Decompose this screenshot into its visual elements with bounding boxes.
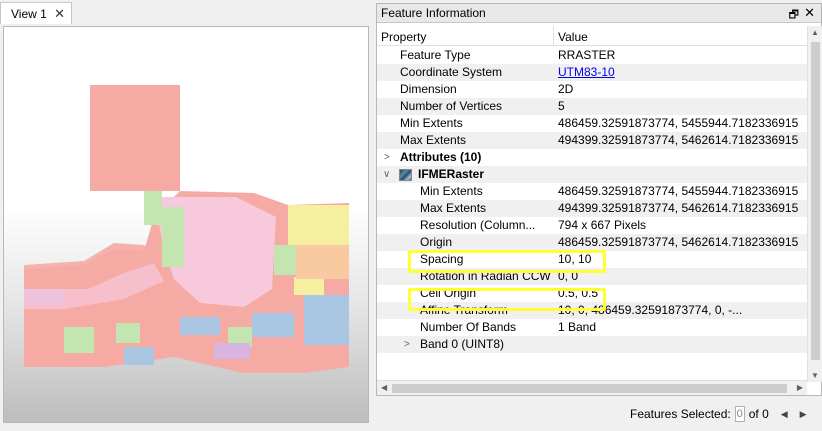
property-name: Number Of Bands (420, 320, 517, 334)
map-region (116, 323, 140, 343)
map-region (90, 85, 180, 191)
chevron-right-icon[interactable]: > (384, 149, 390, 166)
close-icon[interactable]: ✕ (54, 6, 65, 22)
property-value: 794 x 667 Pixels (558, 218, 647, 232)
property-name: Min Extents (420, 184, 483, 198)
raster-icon (399, 169, 412, 181)
map-region (304, 295, 349, 345)
table-row[interactable]: Min Extents 486459.32591873774, 5455944.… (377, 183, 807, 200)
table-row[interactable]: Number of Vertices 5 (377, 98, 807, 115)
map-region (296, 245, 349, 279)
table-row[interactable]: Feature Type RRASTER (377, 47, 807, 64)
total-count-label: of 0 (748, 407, 769, 421)
restore-icon[interactable]: 🗗 (789, 6, 799, 25)
vertical-scrollbar[interactable]: ▲ ▼ (807, 26, 822, 382)
property-value: 486459.32591873774, 5462614.7182336915 (558, 235, 799, 249)
map-view[interactable] (3, 26, 369, 423)
tab-view-1[interactable]: View 1 ✕ (0, 2, 72, 24)
property-value: RRASTER (558, 48, 616, 62)
table-row[interactable]: Dimension 2D (377, 81, 807, 98)
map-region (64, 327, 94, 353)
tab-view-1-label: View 1 (11, 6, 47, 21)
property-value: 5 (558, 99, 565, 113)
app-window: View 1 ✕ Feature Information 🗗 ✕ Propert… (0, 0, 822, 431)
scrollbar-thumb[interactable] (392, 384, 787, 393)
map-region (294, 277, 324, 295)
property-name: Max Extents (400, 133, 467, 147)
table-row-attributes[interactable]: > Attributes (10) (377, 149, 807, 166)
feature-info-panel: Feature Information 🗗 ✕ Property Value F… (376, 3, 822, 396)
previous-feature-icon[interactable]: ◀ (781, 409, 788, 420)
map-region (252, 313, 294, 337)
selected-count-field[interactable]: 0 (734, 406, 745, 422)
coordinate-system-link[interactable]: UTM83-10 (558, 64, 804, 81)
map-region (144, 191, 162, 225)
table-row-band-0[interactable]: > Band 0 (UINT8) (377, 336, 807, 353)
table-row[interactable]: Max Extents 494399.32591873774, 5462614.… (377, 132, 807, 149)
map-region (124, 347, 154, 365)
map-region (274, 245, 296, 275)
property-value: 2D (558, 82, 574, 96)
highlight-spacing (408, 250, 606, 273)
map-region (162, 207, 184, 267)
feature-info-titlebar: Feature Information 🗗 ✕ (377, 4, 821, 23)
table-row[interactable]: Coordinate System UTM83-10 (377, 64, 807, 81)
property-name: Coordinate System (400, 65, 503, 79)
attributes-group-label: Attributes (10) (400, 150, 482, 164)
table-row[interactable]: Min Extents 486459.32591873774, 5455944.… (377, 115, 807, 132)
selection-status: Features Selected: 0 of 0 ◀ ▶ (630, 405, 807, 423)
property-value: 486459.32591873774, 5455944.7182336915 (558, 116, 799, 130)
features-selected-label: Features Selected: (630, 407, 731, 421)
scroll-right-icon[interactable]: ▶ (797, 383, 803, 392)
property-name: Resolution (Column... (420, 218, 536, 232)
map-region (180, 317, 220, 335)
scroll-left-icon[interactable]: ◀ (381, 383, 387, 392)
property-name: Max Extents (420, 201, 487, 215)
map-region (288, 205, 349, 245)
chevron-down-icon[interactable]: ∨ (383, 166, 390, 183)
property-name: Number of Vertices (400, 99, 503, 113)
map-region (214, 343, 250, 359)
property-name: Feature Type (400, 48, 471, 62)
scrollbar-thumb[interactable] (811, 42, 820, 360)
property-name: Band 0 (UINT8) (420, 337, 505, 351)
table-row[interactable]: Number Of Bands 1 Band (377, 319, 807, 336)
property-value: 486459.32591873774, 5455944.7182336915 (558, 184, 799, 198)
table-row-ifmeraster[interactable]: ∨ IFMERaster (377, 166, 807, 183)
close-icon[interactable]: ✕ (804, 5, 815, 21)
next-feature-icon[interactable]: ▶ (800, 409, 807, 420)
column-header-property[interactable]: Property (381, 30, 426, 44)
table-row[interactable]: Resolution (Column... 794 x 667 Pixels (377, 217, 807, 234)
table-row[interactable]: Max Extents 494399.32591873774, 5462614.… (377, 200, 807, 217)
chevron-right-icon[interactable]: > (404, 336, 410, 353)
highlight-cell-origin (408, 288, 606, 311)
property-value: 1 Band (558, 320, 597, 334)
column-header: Property Value (377, 26, 807, 46)
column-header-value[interactable]: Value (558, 30, 588, 44)
column-divider[interactable] (553, 26, 554, 46)
ifmeraster-group-label: IFMERaster (418, 167, 485, 181)
panel-title: Feature Information (381, 6, 486, 20)
raster-map (24, 85, 349, 373)
horizontal-scrollbar[interactable]: ◀ ▶ (377, 380, 807, 395)
property-value: 494399.32591873774, 5462614.7182336915 (558, 201, 799, 215)
table-row[interactable]: Origin 486459.32591873774, 5462614.71823… (377, 234, 807, 251)
scroll-down-icon[interactable]: ▼ (811, 371, 819, 380)
scroll-up-icon[interactable]: ▲ (811, 28, 819, 37)
property-value: 494399.32591873774, 5462614.7182336915 (558, 133, 799, 147)
property-name: Min Extents (400, 116, 463, 130)
property-name: Origin (420, 235, 453, 249)
property-name: Dimension (400, 82, 457, 96)
